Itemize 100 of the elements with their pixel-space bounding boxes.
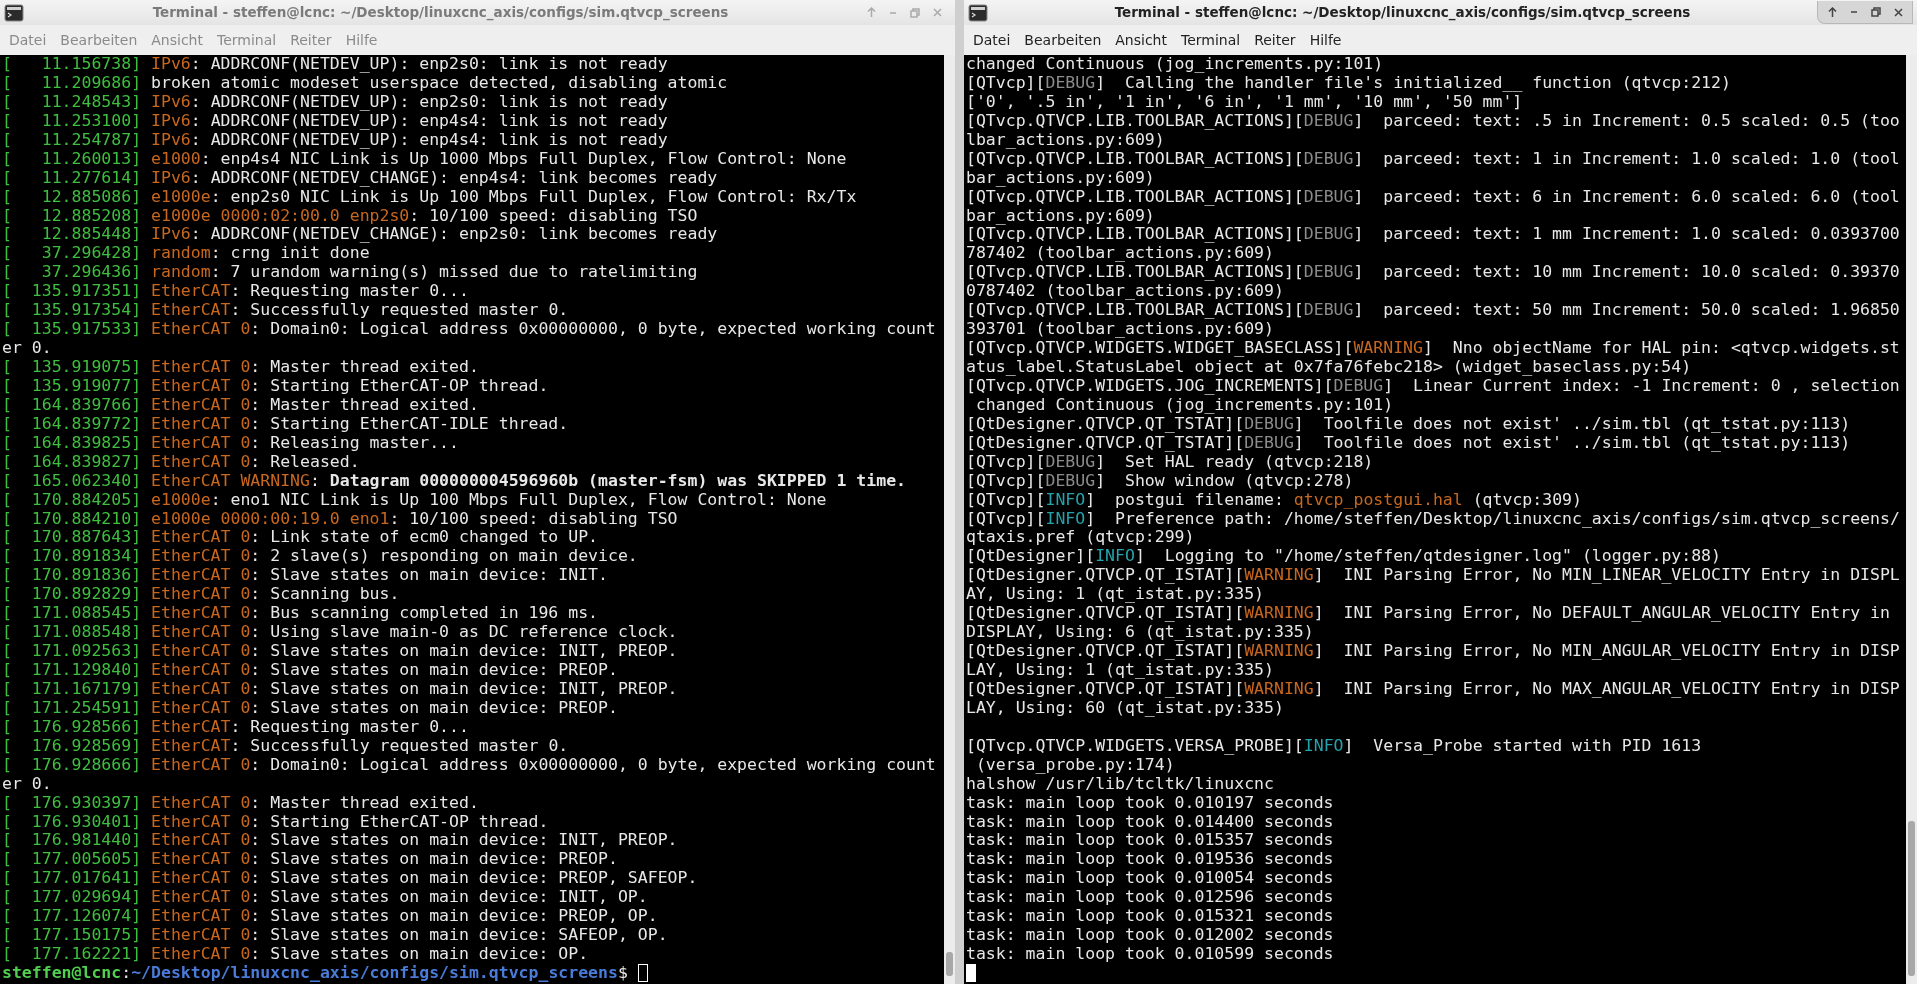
up-arrow-icon [866,7,876,18]
terminal-line: [ 12.885086] e1000e: enp2s0 NIC Link is Up 100 Mbps Full Duplex, Flow Control: Rx/Tx [2,187,857,207]
terminal-line: [ 164.839825] EtherCAT 0: Releasing master... [2,433,459,453]
terminal-line: [QTvcp.QTVCP.LIB.TOOLBAR_ACTIONS][DEBUG] parceed: text: .5 in Increment: 0.5 scaled: 0.5 (too [966,111,1900,131]
terminal-line: [ 37.296428] random: crng init done [2,244,370,264]
terminal-line: [QtDesigner.QTVCP.QT_ISTAT][WARNING] INI Parsing Error, No MAX_ANGULAR_VELOCITY Entry in DISP [966,679,1900,699]
terminal-line: task: main loop took 0.019536 seconds [966,850,1334,870]
minimize-icon [889,10,897,15]
terminal-line: 0787402 (toolbar_actions.py:609) [966,282,1284,302]
terminal-line: [QTvcp.QTVCP.LIB.TOOLBAR_ACTIONS][DEBUG] parceed: text: 1 mm Increment: 1.0 scaled: 0.0393700 [966,225,1900,245]
minimize-icon [1850,10,1858,14]
terminal-line: [ 164.839766] EtherCAT 0: Master thread exited. [2,395,479,415]
window-title: Terminal - steffen@lcnc: ~/Desktop/linuxcnc_axis/configs/sim.qtvcp_screens [151,3,730,23]
terminal-line: [QTvcp.QTVCP.LIB.TOOLBAR_ACTIONS][DEBUG] parceed: text: 50 mm Increment: 50.0 scaled: 1.96850 [966,301,1900,321]
menu-item[interactable]: Bearbeiten [1017,27,1109,53]
terminal-line: task: main loop took 0.010054 seconds [966,869,1334,889]
terminal-line: AY, Using: 1 (qt_istat.py:335) [966,585,1264,605]
terminal-line: atus_label.StatusLabel object at 0x7fa76febc218> (widget_baseclass.py:54) [966,358,1692,377]
terminal-line: [ 176.928666] EtherCAT 0: Domain0: Logical address 0x00000000, 0 byte, expected working count [2,755,936,775]
terminal-line: bar_actions.py:609) [966,206,1155,226]
terminal-line: [QtDesigner.QTVCP.QT_TSTAT][DEBUG] Toolfile does not exist' ../sim.tbl (qt_tstat.py:113) [966,433,1851,453]
terminal-line: [ 135.917354] EtherCAT: Successfully requested master 0. [2,301,569,321]
menu-item[interactable]: Ansicht [1108,27,1174,53]
terminal-line: [ 171.167179] EtherCAT 0: Slave states on main device: INIT, PREOP. [2,679,678,699]
terminal-line: [QTvcp][INFO] Preference path: /home/steffen/Desktop/linuxcnc_axis/configs/sim.qtvcp_screens/ [966,509,1900,529]
terminal-line: [QTvcp][DEBUG] Calling the handler file's initialized__ function (qtvcp:212) [966,73,1731,93]
terminal-line: DISPLAY, Using: 6 (qt_istat.py:335) [966,623,1314,643]
terminal-line: [ 171.092563] EtherCAT 0: Slave states on main device: INIT, PREOP. [2,642,678,661]
scrollbar-thumb[interactable] [1908,821,1915,976]
terminal-line: [QTvcp][DEBUG] Set HAL ready (qtvcp:218) [966,452,1374,472]
terminal-line: [ 11.277614] IPv6: ADDRCONF(NETDEV_CHANGE): enp4s4: link becomes ready [2,168,718,188]
terminal-line: 787402 (toolbar_actions.py:609) [966,244,1274,264]
menu-item[interactable]: Datei [966,27,1018,53]
terminal-line: task: main loop took 0.015357 seconds [966,831,1334,851]
terminal-line: lbar_actions.py:609) [966,130,1165,150]
terminal-line: [ 135.917351] EtherCAT: Requesting master 0... [2,282,469,302]
terminal-line: [ 11.260013] e1000: enp4s4 NIC Link is Up 1000 Mbps Full Duplex, Flow Control: None [2,149,847,169]
terminal-line: qtaxis.pref (qtvcp:299) [966,528,1195,548]
terminal-line: [ 170.892829] EtherCAT 0: Scanning bus. [2,585,400,605]
terminal-line: [QTvcp][INFO] postgui filename: qtvcp_postgui.hal (qtvcp:309) [966,490,1582,510]
terminal-line: [ 12.885448] IPv6: ADDRCONF(NETDEV_CHANGE): enp2s0: link becomes ready [2,225,718,245]
terminal-line: [ 176.930401] EtherCAT 0: Starting EtherCAT-OP thread. [2,812,549,832]
terminal-line: task: main loop took 0.010197 seconds [966,793,1334,813]
menu-item[interactable]: Hilfe [1302,27,1349,53]
scrollbar[interactable] [944,55,955,984]
terminal-line: [ 11.156738] IPv6: ADDRCONF(NETDEV_UP): enp2s0: link is not ready [2,55,668,74]
terminal-line: task: main loop took 0.014400 seconds [966,812,1334,832]
terminal-line: [ 37.296436] random: 7 urandom warning(s) missed due to ratelimiting [2,263,698,283]
close-icon [1893,7,1903,17]
terminal-line: [ 164.839772] EtherCAT 0: Starting EtherCAT-IDLE thread. [2,414,569,434]
terminal-icon [4,3,24,22]
terminal-line: [ 135.919075] EtherCAT 0: Master thread exited. [2,358,479,377]
terminal-line: [ 135.919077] EtherCAT 0: Starting EtherCAT-OP thread. [2,376,549,396]
up-arrow-icon [1827,6,1837,18]
terminal-line: [ 171.088548] EtherCAT 0: Using slave main-0 as DC reference clock. [2,623,678,643]
terminal-line: [QTvcp.QTVCP.WIDGETS.JOG_INCREMENTS][DEBUG] Linear Current index: -1 Increment: 0 , selection [966,376,1900,396]
terminal-line: [ 177.162221] EtherCAT 0: Slave states on main device: OP. [2,945,589,964]
terminal-line: [QtDesigner][INFO] Logging to "/home/steffen/qtdesigner.log" (logger.py:88) [966,547,1721,567]
terminal-line: [ 171.254591] EtherCAT 0: Slave states on main device: PREOP. [2,698,618,718]
window-title: Terminal - steffen@lcnc: ~/Desktop/linuxcnc_axis/configs/sim.qtvcp_screens [1113,3,1692,23]
terminal-line: task: main loop took 0.012596 seconds [966,888,1334,908]
terminal-line: [QtDesigner.QTVCP.QT_ISTAT][WARNING] INI Parsing Error, No MIN_ANGULAR_VELOCITY Entry in DISP [966,642,1900,661]
terminal-line: [ 165.062340] EtherCAT WARNING: Datagram 000000004596960b (master-fsm) was SKIPPED 1 time. [2,471,906,491]
terminal-line: er 0. [2,774,52,794]
terminal-line: [ 170.891836] EtherCAT 0: Slave states on main device: INIT. [2,566,608,586]
terminal-line: [ 177.005605] EtherCAT 0: Slave states on main device: PREOP. [2,850,618,870]
terminal-line: task: main loop took 0.012002 seconds [966,926,1334,946]
terminal-line: [ 171.088545] EtherCAT 0: Bus scanning completed in 196 ms. [2,604,599,624]
terminal-line: (versa_probe.py:174) [975,755,1175,775]
terminal-line: [QtDesigner.QTVCP.QT_TSTAT][DEBUG] Toolfile does not exist' ../sim.tbl (qt_tstat.py:113) [966,414,1851,434]
terminal-line: 393701 (toolbar_actions.py:609) [966,320,1274,340]
scrollbar-thumb[interactable] [946,952,953,976]
terminal-line: [ 170.891834] EtherCAT 0: 2 slave(s) responding on main device. [2,547,638,567]
terminal-line: [ 11.248543] IPv6: ADDRCONF(NETDEV_UP): enp2s0: link is not ready [2,92,668,112]
terminal-line: [ 164.839827] EtherCAT 0: Released. [2,452,360,472]
terminal-line: [QTvcp][DEBUG] Show window (qtvcp:278) [966,471,1354,491]
terminal-line: er 0. [2,339,52,358]
terminal-line: [ 177.150175] EtherCAT 0: Slave states on main device: SAFEOP, OP. [2,926,668,946]
terminal-line: changed Continuous (jog_increments.py:101) [975,395,1394,415]
terminal-line: [QTvcp.QTVCP.LIB.TOOLBAR_ACTIONS][DEBUG] parceed: text: 1 in Increment: 1.0 scaled: 1.0 (tool [966,149,1900,169]
terminal-line: LAY, Using: 1 (qt_istat.py:335) [966,661,1274,680]
terminal-line: [ 171.129840] EtherCAT 0: Slave states on main device: PREOP. [2,661,618,680]
terminal-line: task: main loop took 0.015321 seconds [966,907,1334,927]
terminal-line: [QtDesigner.QTVCP.QT_ISTAT][WARNING] INI Parsing Error, No MIN_LINEAR_VELOCITY Entry in DISPL [966,566,1900,586]
terminal-icon [968,3,988,22]
menu-item[interactable]: Reiter [1247,27,1303,53]
terminal-line: [ 176.928569] EtherCAT: Successfully requested master 0. [2,736,569,756]
terminal-line: [ 176.930397] EtherCAT 0: Master thread exited. [2,793,479,813]
scrollbar[interactable] [1906,55,1917,984]
close-icon [932,8,942,17]
terminal-line: changed Continuous (jog_increments.py:101) [966,55,1384,74]
menu-item[interactable]: Terminal [1174,27,1248,53]
terminal-line: [ 170.884210] e1000e 0000:00:19.0 eno1: 10/100 speed: disabling TSO [2,509,678,529]
maximize-icon [910,7,920,18]
terminal-line: [QtDesigner.QTVCP.QT_ISTAT][WARNING] INI Parsing Error, No DEFAULT_ANGULAR_VELOCITY Entry in [966,604,1890,624]
terminal-line: halshow /usr/lib/tcltk/linuxcnc [966,774,1274,794]
terminal-line: [ 135.917533] EtherCAT 0: Domain0: Logical address 0x00000000, 0 byte, expected working count [2,320,936,340]
terminal-line: [ 177.029694] EtherCAT 0: Slave states on main device: INIT, OP. [2,888,648,908]
terminal-line: [ 176.928566] EtherCAT: Requesting master 0... [2,717,469,737]
terminal-line: ['0', '.5 in', '1 in', '6 in', '1 mm', '10 mm', '50 mm'] [966,92,1523,112]
